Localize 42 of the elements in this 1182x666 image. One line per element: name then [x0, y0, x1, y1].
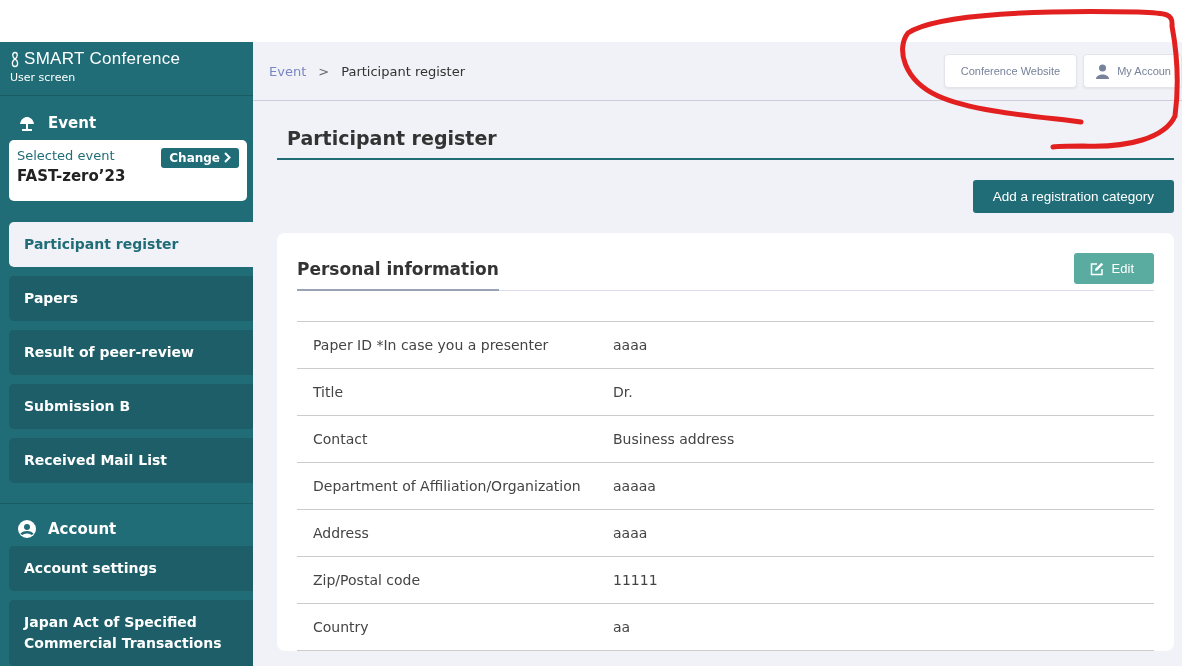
sidebar-item[interactable]: Japan Act of Specified Commercial Transactions	[9, 600, 253, 666]
brand-subtitle: User screen	[10, 71, 77, 84]
account-button[interactable]: My Accoun	[1083, 54, 1182, 88]
card-title: Personal information	[297, 253, 499, 291]
breadcrumb-link[interactable]: Event	[269, 63, 307, 79]
chevron-right-icon	[224, 152, 231, 164]
selected-event-name: FAST-zero’23	[17, 166, 126, 185]
breadcrumb-separator: >	[318, 63, 330, 79]
add-category-button[interactable]: Add a registration category	[972, 180, 1174, 213]
section-title: Event	[48, 113, 97, 132]
field-label: Title	[312, 382, 344, 402]
logo-icon	[10, 50, 20, 68]
field-value: aaaa	[612, 523, 649, 543]
breadcrumb-current: Participant register	[341, 63, 465, 79]
field-value: aaaaa	[612, 476, 657, 496]
sidebar-item[interactable]: Account settings	[9, 546, 253, 591]
sidebar-item[interactable]: Participant register	[9, 222, 253, 268]
sidebar-item[interactable]: Result of peer-review	[9, 330, 253, 376]
field-value: Business address	[612, 429, 736, 449]
desk-lamp-icon	[18, 114, 36, 131]
website-button[interactable]: Conference Website	[943, 54, 1078, 88]
field-value: aaaa	[612, 335, 649, 355]
sidebar-item[interactable]: Papers	[9, 276, 253, 322]
field-value: Dr.	[612, 382, 634, 402]
edit-icon	[1089, 261, 1104, 276]
sidebar-item[interactable]: Submission B	[9, 384, 253, 430]
user-circle-icon	[18, 520, 36, 538]
field-label: Zip/Postal code	[312, 570, 422, 590]
page-title: Participant register	[277, 127, 1174, 160]
selected-event-label: Selected event	[17, 147, 116, 163]
field-value: aa	[612, 617, 632, 637]
field-label: Department of Affiliation/Organization	[312, 476, 582, 496]
brand-name: SMART Conference	[24, 49, 181, 69]
sidebar-item[interactable]: Received Mail List	[9, 438, 253, 484]
change-button[interactable]: Change	[161, 147, 239, 168]
field-label: Address	[312, 523, 370, 543]
field-value: 11111	[612, 570, 659, 590]
field-label: Paper ID *In case you a presenter	[312, 335, 550, 355]
section-title: Account	[48, 520, 117, 538]
user-icon	[1096, 63, 1110, 79]
field-label: Contact	[312, 429, 369, 449]
field-label: Country	[312, 617, 370, 637]
